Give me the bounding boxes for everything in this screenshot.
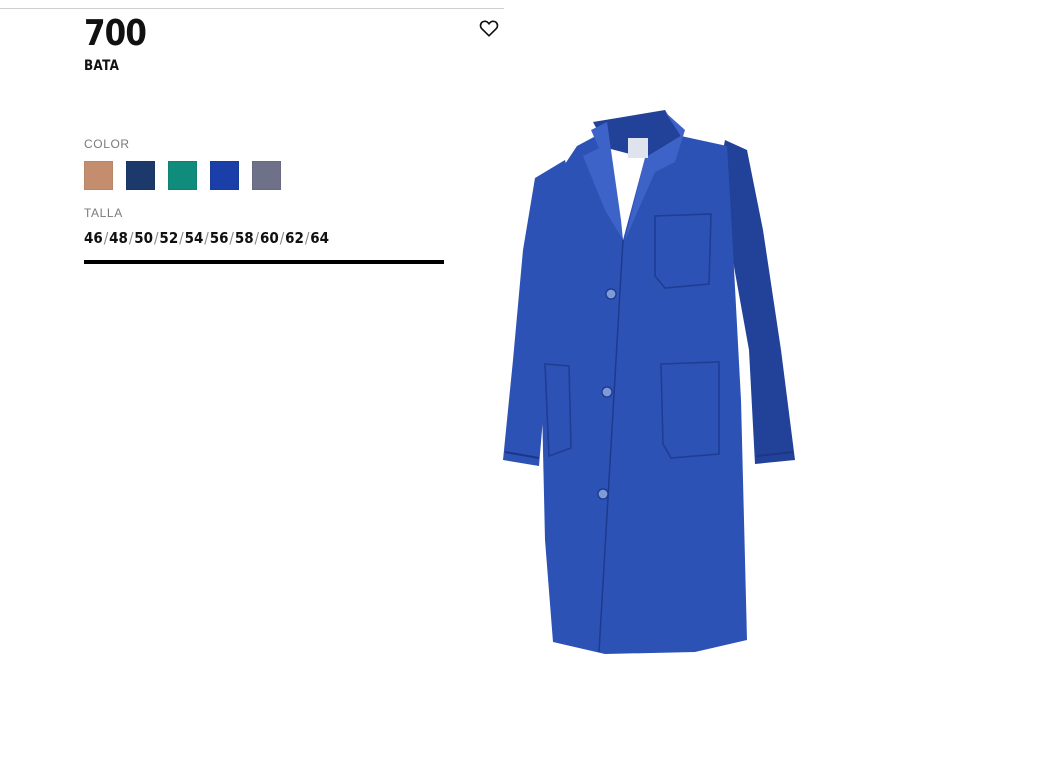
favorite-button[interactable] [478, 18, 500, 38]
color-swatch-navy[interactable] [126, 161, 155, 190]
size-separator: / [103, 229, 109, 247]
size-option-50[interactable]: 50 [134, 229, 153, 247]
color-swatches [84, 161, 281, 190]
size-option-60[interactable]: 60 [260, 229, 279, 247]
size-separator: / [229, 229, 234, 247]
product-image[interactable] [495, 100, 805, 665]
size-option-46[interactable]: 46 [84, 229, 103, 247]
color-swatch-royal-blue[interactable] [210, 161, 239, 190]
size-separator: / [153, 229, 159, 247]
coat-button-3 [597, 488, 609, 500]
size-option-58[interactable]: 58 [235, 229, 254, 247]
color-swatch-green[interactable] [168, 161, 197, 190]
color-swatch-beige[interactable] [84, 161, 113, 190]
coat-label-tag [628, 138, 648, 158]
coat-button-1 [605, 288, 617, 300]
size-separator: / [279, 229, 285, 247]
size-option-48[interactable]: 48 [109, 229, 128, 247]
size-separator: / [128, 229, 134, 247]
size-option-54[interactable]: 54 [185, 229, 204, 247]
size-label: TALLA [84, 206, 123, 220]
size-separator: / [254, 229, 260, 247]
size-separator: / [204, 229, 209, 247]
size-separator: / [179, 229, 184, 247]
product-code: 700 [84, 13, 147, 54]
heart-outline-icon [479, 20, 499, 37]
coat-body [541, 130, 747, 654]
coat-button-2 [601, 386, 613, 398]
size-option-64[interactable]: 64 [310, 229, 329, 247]
color-label: COLOR [84, 137, 130, 151]
size-section-underline [84, 260, 444, 264]
size-option-62[interactable]: 62 [285, 229, 304, 247]
size-option-52[interactable]: 52 [159, 229, 178, 247]
top-divider [0, 8, 504, 9]
size-list: 46/48/50/52/54/56/58/60/62/64 [84, 229, 329, 247]
size-option-56[interactable]: 56 [210, 229, 229, 247]
color-swatch-grey[interactable] [252, 161, 281, 190]
product-name: BATA [84, 58, 120, 74]
size-separator: / [304, 229, 310, 247]
